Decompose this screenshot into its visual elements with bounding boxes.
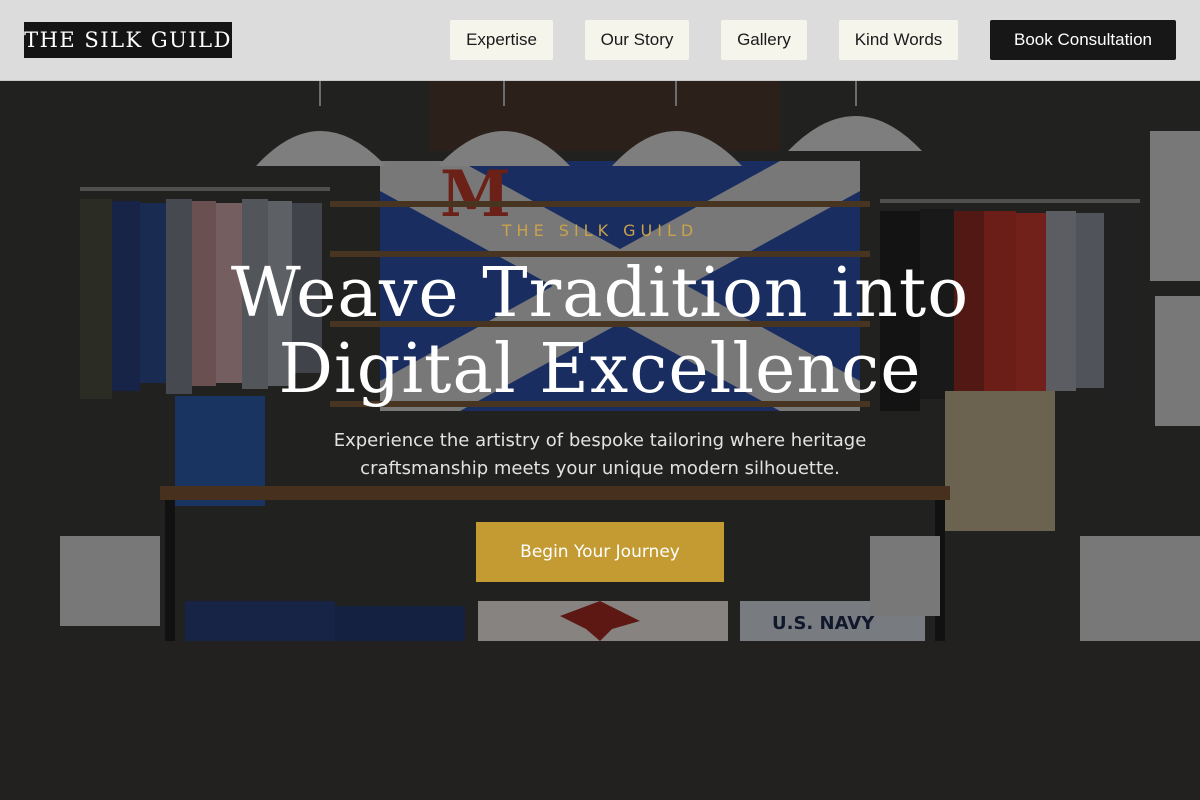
hero-headline: Weave Tradition into Digital Excellence xyxy=(200,256,1000,408)
nav-expertise[interactable]: Expertise xyxy=(450,20,553,60)
nav-our-story[interactable]: Our Story xyxy=(585,20,689,60)
nav-kind-words[interactable]: Kind Words xyxy=(839,20,958,60)
hero-subtext: Experience the artistry of bespoke tailo… xyxy=(333,430,867,479)
book-consultation-button[interactable]: Book Consultation xyxy=(990,20,1176,60)
site-header: THE SILK GUILD Expertise Our Story Galle… xyxy=(0,0,1200,81)
hero-eyebrow: THE SILK GUILD xyxy=(501,221,699,240)
nav-gallery[interactable]: Gallery xyxy=(721,20,807,60)
hero-headline-line2: Digital Excellence xyxy=(278,330,922,409)
hero-section: M U.S. NAVY THE SILK GUILD Weave Traditi… xyxy=(0,81,1200,800)
hero-headline-line1: Weave Tradition into xyxy=(230,254,970,333)
logo[interactable]: THE SILK GUILD xyxy=(24,22,232,58)
begin-journey-button[interactable]: Begin Your Journey xyxy=(476,522,724,582)
